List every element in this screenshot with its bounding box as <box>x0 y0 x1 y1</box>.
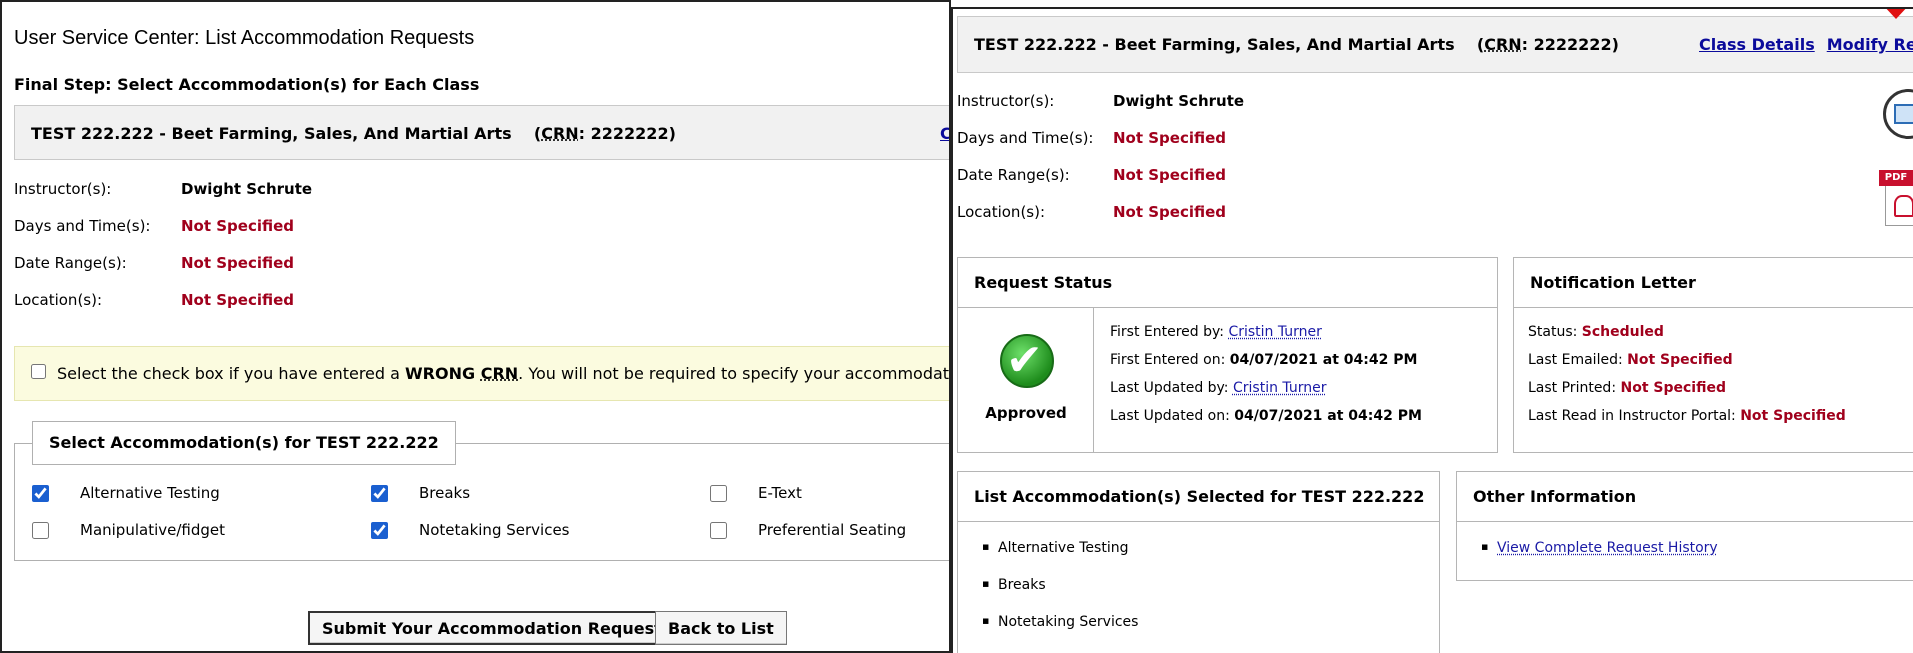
class-name: TEST 222.222 - Beet Farming, Sales, And … <box>974 35 1455 54</box>
instructor-value: Dwight Schrute <box>181 180 313 198</box>
class-details-link-cut[interactable]: Cl <box>940 124 949 143</box>
modify-request-link[interactable]: Modify Request <box>1827 35 1913 54</box>
class-details-link[interactable]: Class Details <box>1699 35 1815 54</box>
approved-check-icon: ✔ <box>1000 334 1054 388</box>
manipulative-fidget-checkbox[interactable] <box>32 522 49 539</box>
accommodation-label: Breaks <box>419 484 471 502</box>
class-title: TEST 222.222 - Beet Farming, Sales, And … <box>31 124 676 143</box>
days-time-label: Days and Time(s): <box>957 129 1094 147</box>
wrong-crn-notice: Select the check box if you have entered… <box>14 346 950 401</box>
days-time-value: Not Specified <box>1113 129 1227 147</box>
accommodation-label: Manipulative/fidget <box>80 521 226 539</box>
last-updated-by-label: Last Updated by: <box>1110 380 1233 396</box>
first-entered-by-label: First Entered by: <box>1110 324 1229 340</box>
first-entered-by-link[interactable]: Cristin Turner <box>1228 324 1321 340</box>
location-value: Not Specified <box>1113 203 1227 221</box>
step-heading: Final Step: Select Accommodation(s) for … <box>14 75 480 94</box>
accommodation-label: Preferential Seating <box>758 521 907 539</box>
location-label: Location(s): <box>957 203 1046 221</box>
days-time-label: Days and Time(s): <box>14 217 151 235</box>
last-read-row: Last Read in Instructor Portal: Not Spec… <box>1528 408 1846 424</box>
last-emailed-row: Last Emailed: Not Specified <box>1528 352 1733 368</box>
accommodation-selection-panel: User Service Center: List Accommodation … <box>0 0 951 653</box>
last-read-label: Last Read in Instructor Portal: <box>1528 408 1741 424</box>
days-time-value: Not Specified <box>181 217 295 235</box>
request-status-title: Request Status <box>958 258 1497 308</box>
letter-status-label: Status: <box>1528 324 1582 340</box>
crn-value: : 2222222) <box>578 124 676 143</box>
notice-text-wrong: WRONG <box>405 364 481 383</box>
submit-accommodation-requests-button[interactable]: Submit Your Accommodation Requests <box>308 611 686 645</box>
status-cell: ✔ Approved <box>958 308 1094 452</box>
accommodation-label: E-Text <box>758 484 802 502</box>
last-updated-by-row: Last Updated by: Cristin Turner <box>1110 380 1326 396</box>
accommodation-label: Notetaking Services <box>419 521 570 539</box>
location-label: Location(s): <box>14 291 103 309</box>
notice-crn-abbr: CRN <box>480 364 519 383</box>
email-icon[interactable] <box>1883 89 1913 139</box>
instructor-label: Instructor(s): <box>957 92 1055 110</box>
date-range-value: Not Specified <box>181 254 295 272</box>
class-title: TEST 222.222 - Beet Farming, Sales, And … <box>974 35 1619 54</box>
approved-label: Approved <box>985 404 1067 422</box>
last-updated-on-value: 04/07/2021 at 04:42 PM <box>1234 408 1422 424</box>
last-updated-on-label: Last Updated on: <box>1110 408 1235 424</box>
crn-abbr: CRN <box>1484 35 1522 54</box>
wrong-crn-checkbox[interactable] <box>31 364 46 379</box>
pdf-icon[interactable]: PDF <box>1879 170 1913 230</box>
last-updated-by-link[interactable]: Cristin Turner <box>1233 380 1326 396</box>
notetaking-services-checkbox[interactable] <box>371 522 388 539</box>
back-to-list-button[interactable]: Back to List <box>655 611 787 645</box>
instructor-label: Instructor(s): <box>14 180 112 198</box>
location-value: Not Specified <box>181 291 295 309</box>
last-printed-value: Not Specified <box>1620 380 1726 396</box>
class-header-links: Class Details Modify Request <box>1699 35 1913 54</box>
notification-letter-panel: Notification Letter Status: Scheduled La… <box>1513 257 1913 453</box>
e-text-checkbox[interactable] <box>710 485 727 502</box>
date-range-label: Date Range(s): <box>14 254 127 272</box>
other-information-panel: Other Information View Complete Request … <box>1456 471 1913 581</box>
list-item-text: Alternative Testing <box>998 540 1129 556</box>
request-details-panel: TEST 222.222 - Beet Farming, Sales, And … <box>951 7 1913 653</box>
selected-accommodations-title: List Accommodation(s) Selected for TEST … <box>958 472 1439 522</box>
last-printed-label: Last Printed: <box>1528 380 1621 396</box>
view-request-history-link[interactable]: View Complete Request History <box>1497 540 1718 556</box>
last-read-value: Not Specified <box>1740 408 1846 424</box>
last-emailed-value: Not Specified <box>1627 352 1733 368</box>
pdf-tag-label: PDF <box>1879 170 1913 186</box>
letter-status-row: Status: Scheduled <box>1528 324 1664 340</box>
selected-accommodations-panel: List Accommodation(s) Selected for TEST … <box>957 471 1440 653</box>
breaks-checkbox[interactable] <box>371 485 388 502</box>
letter-status-value: Scheduled <box>1581 324 1664 340</box>
class-header-bar: TEST 222.222 - Beet Farming, Sales, And … <box>957 16 1913 73</box>
notice-text-post: . You will not be required to specify yo… <box>518 364 950 383</box>
first-entered-on-row: First Entered on: 04/07/2021 at 04:42 PM <box>1110 352 1417 368</box>
preferential-seating-checkbox[interactable] <box>710 522 727 539</box>
last-updated-on-row: Last Updated on: 04/07/2021 at 04:42 PM <box>1110 408 1422 424</box>
instructor-value: Dwight Schrute <box>1113 92 1245 110</box>
first-entered-on-value: 04/07/2021 at 04:42 PM <box>1229 352 1418 368</box>
first-entered-on-label: First Entered on: <box>1110 352 1230 368</box>
accommodations-legend: Select Accommodation(s) for TEST 222.222 <box>32 421 456 465</box>
date-range-label: Date Range(s): <box>957 166 1070 184</box>
date-range-value: Not Specified <box>1113 166 1227 184</box>
accommodation-label: Alternative Testing <box>80 484 220 502</box>
crn-value: : 2222222) <box>1521 35 1619 54</box>
first-entered-by-row: First Entered by: Cristin Turner <box>1110 324 1322 340</box>
notice-text-pre: Select the check box if you have entered… <box>57 364 406 383</box>
request-status-panel: Request Status ✔ Approved First Entered … <box>957 257 1498 453</box>
red-arrow-pointer-icon <box>1868 9 1913 19</box>
page-title: User Service Center: List Accommodation … <box>14 27 475 49</box>
class-name: TEST 222.222 - Beet Farming, Sales, And … <box>31 124 512 143</box>
last-emailed-label: Last Emailed: <box>1528 352 1628 368</box>
notification-letter-title: Notification Letter <box>1514 258 1913 308</box>
list-item-text: Breaks <box>998 577 1046 593</box>
class-header-bar: TEST 222.222 - Beet Farming, Sales, And … <box>14 105 949 160</box>
alternative-testing-checkbox[interactable] <box>32 485 49 502</box>
wrong-crn-text: Select the check box if you have entered… <box>57 364 950 383</box>
last-printed-row: Last Printed: Not Specified <box>1528 380 1726 396</box>
crn-abbr: CRN <box>541 124 579 143</box>
list-item-text: Notetaking Services <box>998 614 1139 630</box>
other-information-title: Other Information <box>1457 472 1913 522</box>
